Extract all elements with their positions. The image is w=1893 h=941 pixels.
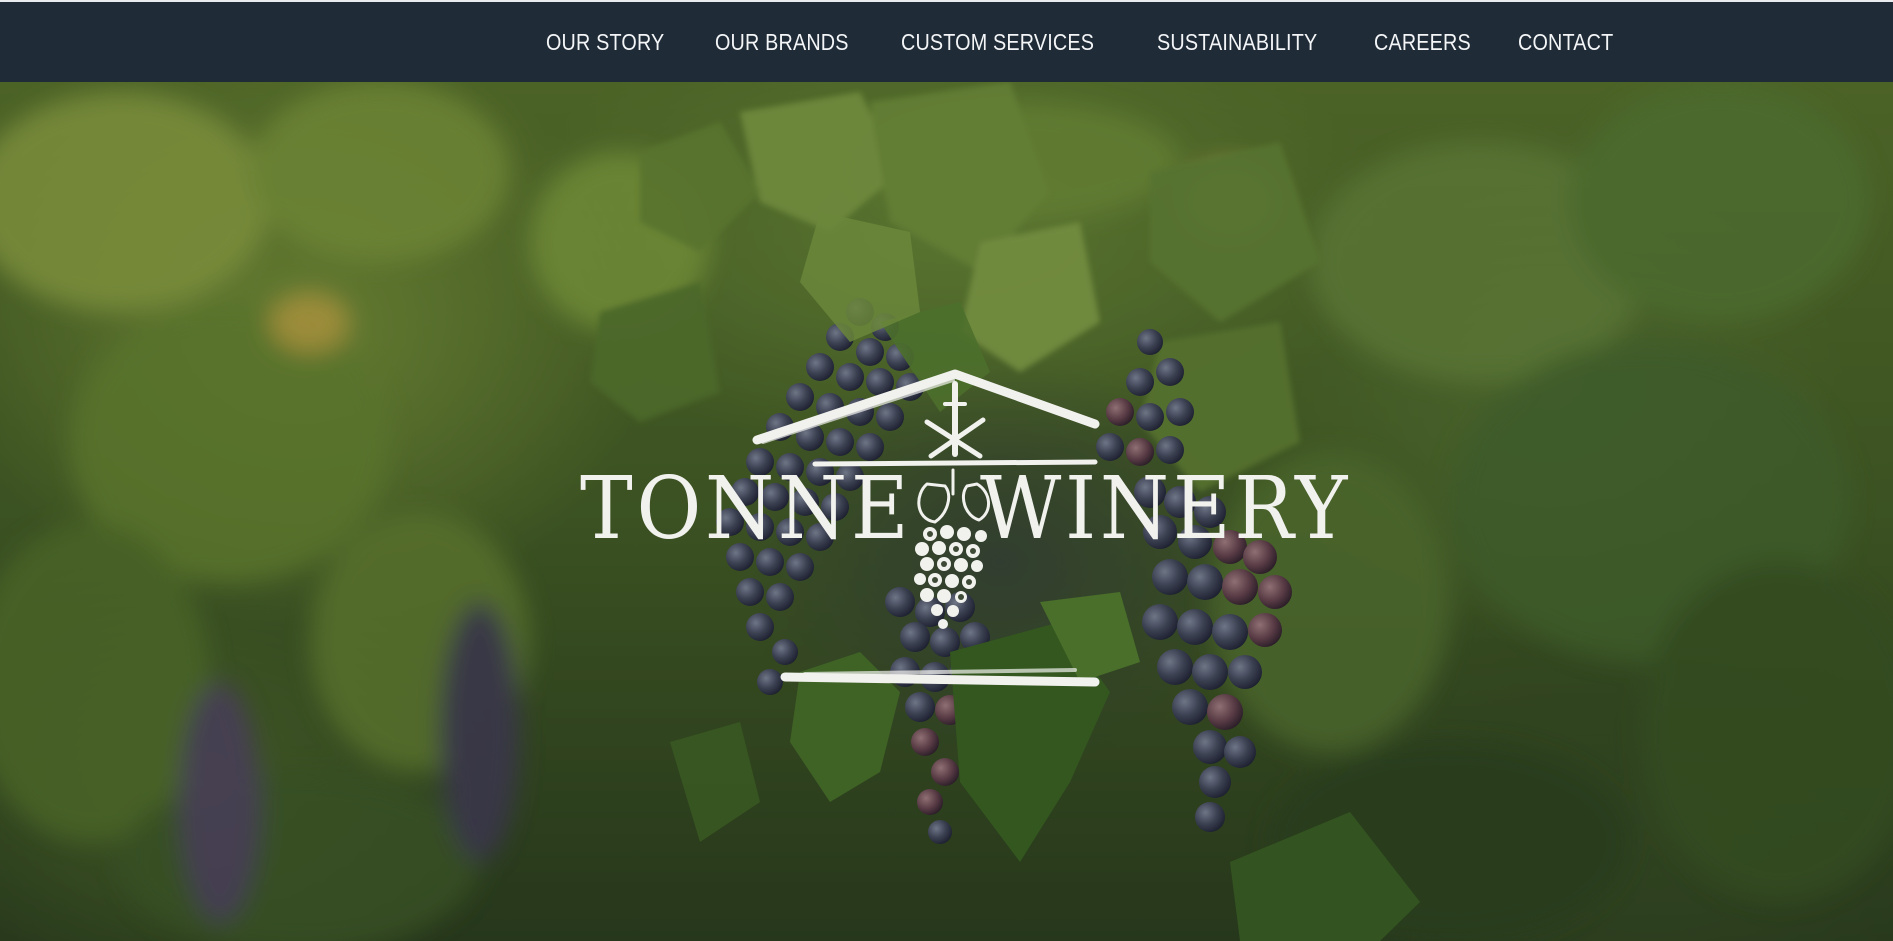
nav-menu: OUR STORY OUR BRANDS CUSTOM SERVICES SUS…: [546, 2, 1628, 82]
nav-item-contact[interactable]: CONTACT: [1518, 29, 1613, 56]
nav-item-our-story[interactable]: OUR STORY: [546, 29, 664, 56]
page: OUR STORY OUR BRANDS CUSTOM SERVICES SUS…: [0, 0, 1893, 941]
logo-text-tonne: TONNE: [580, 459, 913, 559]
nav-item-custom-services[interactable]: CUSTOM SERVICES: [901, 29, 1094, 56]
nav-item-careers[interactable]: CAREERS: [1374, 29, 1471, 56]
nav-item-our-brands[interactable]: OUR BRANDS: [715, 29, 849, 56]
nav-item-sustainability[interactable]: SUSTAINABILITY: [1157, 29, 1317, 56]
hero-background-image: TONNE WINERY: [0, 82, 1893, 941]
logo-text-winery: WINERY: [980, 459, 1352, 559]
tonne-winery-logo[interactable]: TONNE WINERY: [575, 344, 1347, 704]
top-navigation-bar: OUR STORY OUR BRANDS CUSTOM SERVICES SUS…: [0, 0, 1893, 82]
